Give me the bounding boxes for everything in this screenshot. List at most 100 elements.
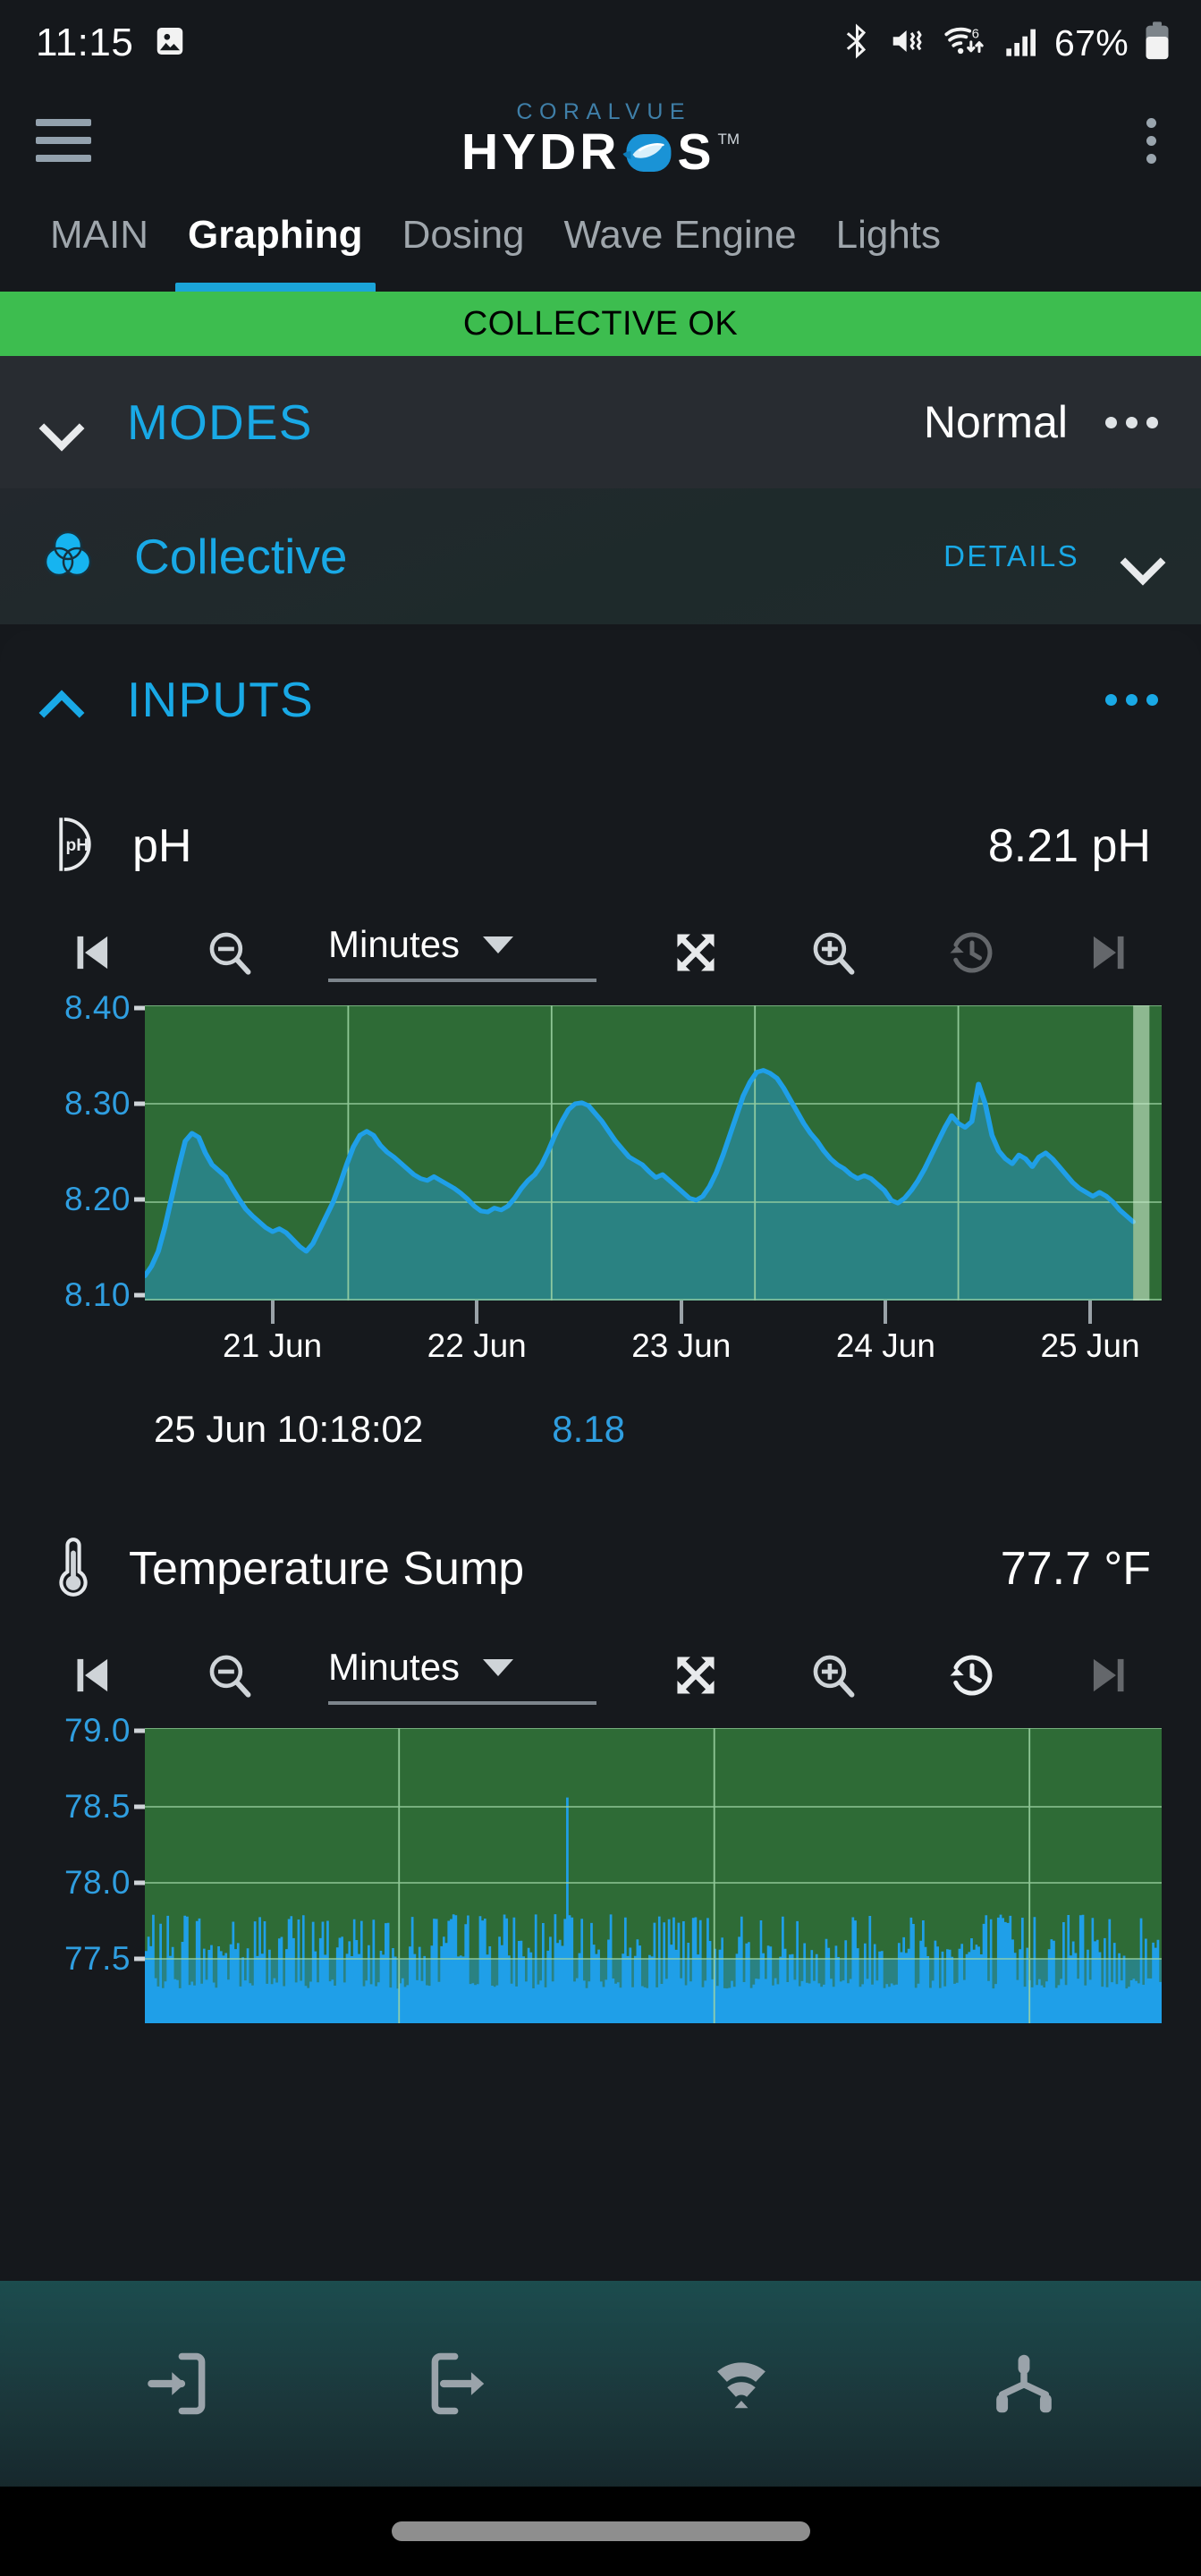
- thermometer-icon: [50, 1534, 97, 1605]
- temperature-zoom-out-icon[interactable]: [190, 1636, 269, 1715]
- temperature-zoom-in-icon[interactable]: [794, 1636, 873, 1715]
- battery-icon: [1144, 21, 1171, 65]
- tab-wave-engine[interactable]: Wave Engine: [545, 195, 816, 292]
- ph-cursor-line: [1133, 1005, 1150, 1301]
- tab-lights[interactable]: Lights: [816, 195, 960, 292]
- collective-details-link[interactable]: DETAILS: [943, 539, 1079, 573]
- ph-zoom-in-icon[interactable]: [794, 913, 873, 992]
- network-node-icon[interactable]: [961, 2330, 1087, 2437]
- main-tab-bar: MAIN Graphing Dosing Wave Engine Lights: [0, 195, 1201, 292]
- brand-trademark: TM: [717, 130, 740, 148]
- image-icon: [153, 24, 187, 63]
- status-bar-clock: 11:15: [36, 21, 134, 64]
- modes-left-group: MODES: [39, 394, 313, 451]
- ph-value: 8.21 pH: [987, 820, 1151, 872]
- ph-plot-area[interactable]: [145, 1005, 1162, 1301]
- modes-kebab-menu-icon[interactable]: [1102, 406, 1162, 439]
- ph-ytick-1: 8.30: [63, 1085, 131, 1122]
- tab-graphing-label: Graphing: [188, 213, 363, 257]
- temp-ytick-3: 77.5: [63, 1940, 131, 1977]
- collective-chevron-down-icon[interactable]: [1121, 536, 1162, 577]
- chevron-up-icon[interactable]: [39, 679, 80, 720]
- tab-active-indicator: [175, 283, 376, 292]
- temperature-expand-arrows-icon[interactable]: [656, 1636, 735, 1715]
- gesture-pill[interactable]: [391, 2521, 810, 2541]
- status-bar-right: 6 67%: [841, 21, 1171, 65]
- modes-row[interactable]: MODES Normal: [39, 356, 1162, 488]
- temperature-history-clock-icon[interactable]: [933, 1636, 1011, 1715]
- temperature-plot-svg: [145, 1728, 1162, 2023]
- chevron-down-icon: [483, 1658, 514, 1676]
- tab-lights-label: Lights: [835, 213, 942, 257]
- input-arrow-icon[interactable]: [114, 2330, 240, 2437]
- temp-ytick-1: 78.5: [63, 1788, 131, 1825]
- sensor-block-ph: pH pH 8.21 pH Minutes 8.40 8.30 8.20 8.1…: [39, 769, 1162, 1476]
- mute-vibrate-icon: [889, 23, 928, 64]
- sensor-block-temperature: Temperature Sump 77.7 °F Minutes 79.0 78…: [39, 1476, 1162, 2023]
- chevron-down-icon[interactable]: [39, 402, 80, 443]
- cellular-signal-icon: [1003, 23, 1039, 64]
- kebab-menu-icon[interactable]: [1138, 109, 1165, 173]
- temperature-name-group: Temperature Sump: [50, 1534, 524, 1605]
- temperature-interval-select-row: Minutes: [328, 1646, 596, 1701]
- collective-title: Collective: [134, 529, 348, 584]
- modes-current-value: Normal: [923, 397, 1068, 447]
- temperature-graph-toolbar: Minutes: [39, 1623, 1162, 1728]
- app-logo: CORALVUE HYDR S TM: [461, 99, 740, 182]
- inputs-kebab-menu-icon[interactable]: [1102, 683, 1162, 716]
- temperature-interval-select[interactable]: Minutes: [328, 1646, 596, 1705]
- tab-main[interactable]: MAIN: [30, 195, 168, 292]
- chevron-down-icon: [483, 936, 514, 953]
- ph-zoom-out-icon[interactable]: [190, 913, 269, 992]
- temperature-header: Temperature Sump 77.7 °F: [39, 1515, 1162, 1623]
- wifi-6-icon: 6: [943, 22, 988, 64]
- modes-panel: MODES Normal: [0, 356, 1201, 488]
- ph-interval-underline: [328, 979, 596, 982]
- ph-ytick-3: 8.10: [63, 1276, 131, 1313]
- status-bar: 11:15 6 67%: [0, 0, 1201, 86]
- ph-history-clock-icon[interactable]: [933, 913, 1011, 992]
- ph-chart[interactable]: 8.40 8.30 8.20 8.10: [39, 989, 1162, 1313]
- tab-dosing-label: Dosing: [402, 213, 525, 257]
- ph-readout-time: 25 Jun 10:18:02: [154, 1408, 424, 1450]
- collective-panel: Collective DETAILS: [0, 488, 1201, 624]
- battery-percent: 67%: [1054, 21, 1129, 64]
- ph-y-axis: 8.40 8.30 8.20 8.10: [45, 989, 145, 1313]
- ph-ytick-0: 8.40: [63, 989, 131, 1026]
- svg-text:6: 6: [972, 26, 979, 41]
- hamburger-menu-icon[interactable]: [36, 119, 91, 162]
- temperature-skip-next-icon[interactable]: [1070, 1636, 1149, 1715]
- wifi-signal-icon[interactable]: [679, 2330, 804, 2437]
- svg-text:pH: pH: [66, 836, 89, 855]
- bottom-overlay: [0, 2281, 1201, 2576]
- brand-coralvue: CORALVUE: [516, 98, 692, 124]
- status-banner: COLLECTIVE OK: [0, 292, 1201, 356]
- inputs-header[interactable]: INPUTS: [39, 630, 1162, 769]
- temp-ytick-2: 78.0: [63, 1864, 131, 1901]
- ph-xtick-1: 22 Jun: [427, 1327, 527, 1364]
- ph-plot-svg: [145, 1005, 1162, 1301]
- ph-xtick-4: 25 Jun: [1040, 1327, 1140, 1364]
- temperature-chart[interactable]: 79.0 78.5 78.0 77.5: [39, 1712, 1162, 2023]
- bluetooth-icon: [841, 22, 874, 64]
- bottom-nav-bar: [0, 2281, 1201, 2487]
- temperature-skip-previous-icon[interactable]: [52, 1636, 131, 1715]
- temperature-plot-area[interactable]: [145, 1728, 1162, 2023]
- ph-skip-next-icon[interactable]: [1070, 913, 1149, 992]
- temperature-interval-label: Minutes: [328, 1646, 461, 1688]
- ph-skip-previous-icon[interactable]: [52, 913, 131, 992]
- collective-right-group: DETAILS: [943, 536, 1162, 577]
- output-arrow-icon[interactable]: [397, 2330, 522, 2437]
- ph-ytick-2: 8.20: [63, 1181, 131, 1217]
- ph-interval-select[interactable]: Minutes: [328, 923, 596, 982]
- ph-expand-arrows-icon[interactable]: [656, 913, 735, 992]
- collective-row[interactable]: Collective DETAILS: [39, 488, 1162, 624]
- temperature-interval-underline: [328, 1701, 596, 1705]
- collective-venn-icon: [39, 526, 97, 588]
- ph-readout-value: 8.18: [552, 1408, 626, 1450]
- hydros-fish-glyph-icon: [622, 127, 675, 182]
- tab-graphing[interactable]: Graphing: [168, 195, 383, 292]
- temperature-label: Temperature Sump: [129, 1543, 525, 1595]
- tab-dosing[interactable]: Dosing: [383, 195, 545, 292]
- tab-wave-engine-label: Wave Engine: [563, 213, 797, 257]
